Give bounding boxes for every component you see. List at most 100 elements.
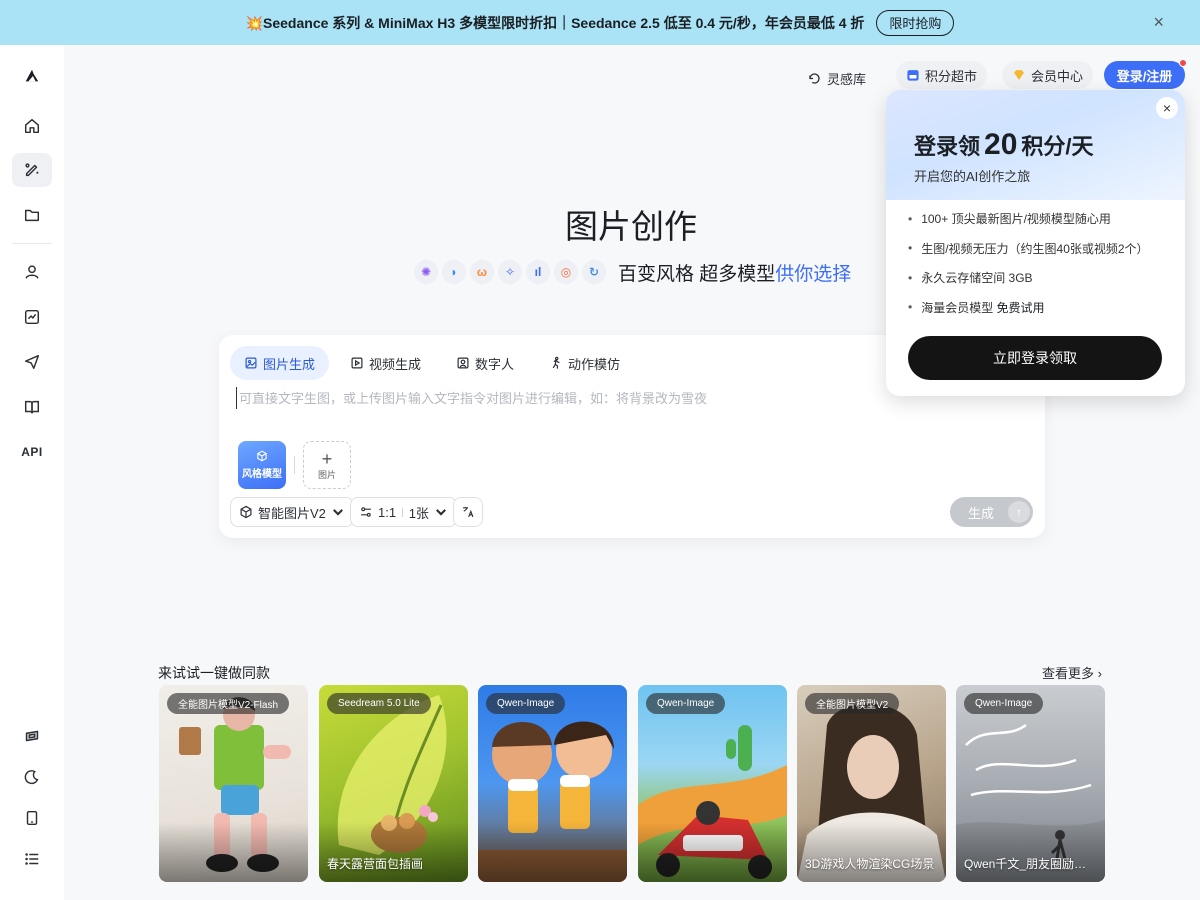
folder-icon[interactable]	[12, 198, 52, 232]
upload-image-tile[interactable]: + 图片	[303, 441, 351, 489]
login-promo-popup: × 登录领 20 积分/天 开启您的AI创作之旅 100+ 顶尖最新图片/视频模…	[886, 90, 1185, 396]
benefit-text: 100+ 顶尖最新图片/视频模型随心用	[921, 212, 1111, 227]
sidebar-divider	[12, 243, 52, 244]
chevron-down-icon	[435, 509, 446, 516]
plus-icon: +	[321, 448, 333, 469]
see-more-link[interactable]: 查看更多 ›	[1042, 663, 1102, 682]
points-mall-button[interactable]: 积分超市	[896, 61, 988, 89]
benefit-text: 海量会员模型 免费试用	[921, 299, 1044, 316]
card-shade	[478, 822, 627, 882]
tab-label: 动作模仿	[568, 356, 621, 372]
card-shade	[797, 822, 946, 882]
home-icon[interactable]	[12, 109, 52, 143]
model-badge: Qwen-Image	[646, 693, 726, 714]
promo-benefit: 100+ 顶尖最新图片/视频模型随心用	[908, 204, 1149, 234]
generate-button[interactable]: 生成 ↑	[950, 497, 1033, 527]
model-badge: Qwen-Image	[486, 693, 566, 714]
menu-icon[interactable]	[12, 842, 52, 876]
model-badge: Qwen-Image	[964, 693, 1044, 714]
model-logo-icon: ↻	[582, 260, 606, 284]
close-icon[interactable]: ×	[1153, 12, 1164, 32]
template-card[interactable]: 全能图片模型V2 3D游戏人物渲染CG场景	[797, 685, 946, 882]
template-card[interactable]: Qwen-Image	[638, 685, 787, 882]
member-center-button[interactable]: 会员中心	[1002, 61, 1094, 89]
template-card[interactable]: Qwen-Image Qwen千文_朋友圈励志文案	[956, 685, 1105, 882]
tab-digital-human[interactable]: 数字人	[442, 346, 528, 380]
benefit-text: 永久云存储空间 3GB	[921, 271, 1033, 286]
logo-icon[interactable]	[12, 59, 52, 93]
promo-banner: 💥Seedance 系列 & MiniMax H3 多模型限时折扣｜Seedan…	[0, 0, 1200, 45]
close-icon[interactable]: ×	[1156, 97, 1178, 119]
promo-benefit: 永久云存储空间 3GB	[908, 263, 1149, 293]
page-title: 图片创作	[565, 208, 697, 245]
model-logo-icon: ◗	[442, 260, 466, 284]
model-logo-icon: ✺	[414, 260, 438, 284]
api-label: API	[21, 445, 43, 459]
device-icon[interactable]	[12, 719, 52, 753]
promo-title-suffix: 积分/天	[1021, 134, 1094, 159]
generate-label: 生成	[968, 505, 995, 521]
template-card[interactable]: 全能图片模型V2-Flash	[159, 685, 308, 882]
book-icon[interactable]	[12, 390, 52, 424]
claim-login-button[interactable]: 立即登录领取	[908, 336, 1162, 380]
model-logo-icon: ✧	[498, 260, 522, 284]
template-label: 3D游戏人物渲染CG场景	[805, 857, 935, 871]
diamond-icon	[1014, 70, 1024, 80]
tab-video-generation[interactable]: 视频生成	[336, 346, 435, 380]
login-button[interactable]: 登录/注册	[1104, 61, 1185, 89]
model-subtitle: ✺ ◗ ω ✧ ıl ◎ ↻ 百变风格 超多模型供你选择	[414, 256, 851, 288]
model-badge: 全能图片模型V2-Flash	[167, 693, 290, 714]
template-card[interactable]: Qwen-Image	[478, 685, 627, 882]
tab-motion-imitation[interactable]: 动作模仿	[535, 346, 634, 380]
avatar-icon	[457, 357, 469, 369]
subtitle-accent: 供你选择	[775, 263, 852, 285]
send-icon[interactable]	[12, 345, 52, 379]
cube-icon	[240, 505, 252, 519]
running-person-icon	[552, 356, 560, 369]
user-icon[interactable]	[12, 255, 52, 289]
tab-label: 图片生成	[263, 356, 316, 372]
translate-icon	[463, 507, 474, 518]
arrow-up-icon: ↑	[1008, 501, 1031, 523]
promo-title-number: 20	[984, 128, 1018, 161]
tile-divider	[294, 456, 295, 474]
card-shade	[638, 822, 787, 882]
card-shade	[956, 822, 1105, 882]
banner-cta-button[interactable]: 限时抢购	[876, 9, 955, 36]
model-logo-icon: ◎	[554, 260, 578, 284]
template-card[interactable]: Seedream 5.0 Lite 春天露营面包插画	[319, 685, 468, 882]
image-create-icon[interactable]	[12, 153, 52, 187]
chart-icon[interactable]	[12, 300, 52, 334]
shop-icon	[907, 70, 919, 81]
translate-button[interactable]	[453, 497, 483, 527]
promo-subtitle: 开启您的AI创作之旅	[914, 169, 1031, 184]
benefit-text-highlight: 免费试用	[996, 300, 1045, 315]
subtitle-text: 百变风格 超多模型供你选择	[618, 259, 851, 286]
theme-moon-icon[interactable]	[12, 760, 52, 794]
count-value: 1张	[408, 505, 429, 521]
style-model-tile[interactable]: 风格模型	[238, 441, 286, 489]
card-shade	[159, 822, 308, 882]
banner-text: 💥Seedance 系列 & MiniMax H3 多模型限时折扣｜Seedan…	[245, 14, 865, 31]
benefit-text: 生图/视频无压力（约生图40张或视频2个）	[921, 241, 1149, 256]
promo-benefit: 生图/视频无压力（约生图40张或视频2个）	[908, 234, 1149, 264]
inspiration-link[interactable]: 灵感库	[807, 66, 866, 90]
style-model-label: 风格模型	[242, 469, 282, 480]
api-button[interactable]: API	[12, 435, 52, 469]
member-center-label: 会员中心	[1031, 68, 1084, 84]
upload-image-label: 图片	[317, 469, 336, 480]
subtitle-prefix: 百变风格 超多模型	[618, 263, 776, 285]
image-icon	[245, 357, 257, 369]
tablet-icon[interactable]	[12, 801, 52, 835]
inspiration-label: 灵感库	[827, 71, 867, 87]
notification-dot	[1179, 59, 1187, 67]
tab-image-generation[interactable]: 图片生成	[230, 346, 330, 380]
model-logo-icon: ıl	[526, 260, 550, 284]
model-select[interactable]: 智能图片V2	[230, 497, 354, 527]
promo-benefit: 海量会员模型 免费试用	[908, 293, 1149, 323]
template-label: 春天露营面包插画	[327, 857, 424, 871]
benefit-text-main: 海量会员模型	[921, 300, 997, 315]
ratio-count-select[interactable]: 1:1 | 1张	[350, 497, 457, 527]
promo-title-prefix: 登录领	[914, 134, 981, 159]
model-logo-icon: ω	[470, 260, 494, 284]
